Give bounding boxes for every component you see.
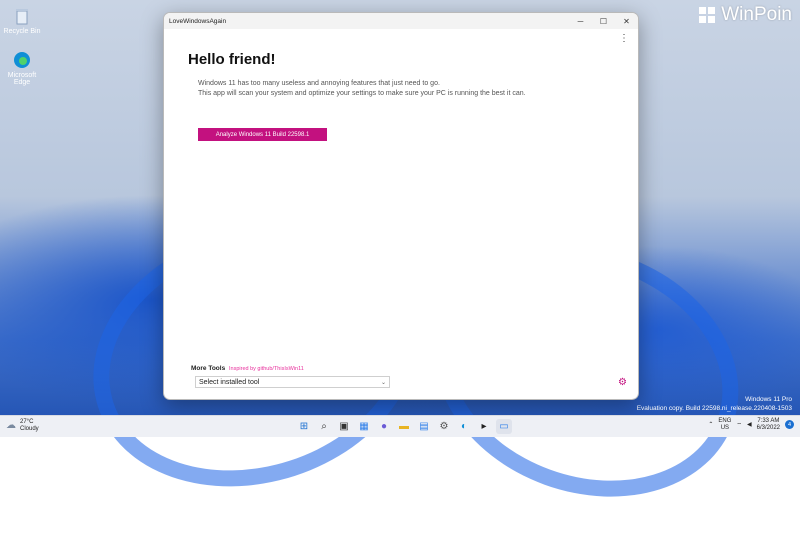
edition-text: Windows 11 Pro xyxy=(745,396,792,404)
edge-taskbar-icon[interactable]: ◐ xyxy=(456,419,472,434)
settings-gear-icon[interactable]: ⚙ xyxy=(618,378,627,388)
select-value: Select installed tool xyxy=(199,378,260,386)
weather-widget[interactable]: ☁ 27°C Cloudy xyxy=(6,419,39,433)
clock[interactable]: 7:33 AM 6/3/2022 xyxy=(757,418,780,432)
analyze-button[interactable]: Analyze Windows 11 Build 22598.1 xyxy=(198,128,327,141)
volume-icon[interactable]: ◀ xyxy=(747,421,752,428)
description-line: This app will scan your system and optim… xyxy=(198,90,526,97)
installed-tool-select[interactable]: Select installed tool ⌄ xyxy=(195,376,390,388)
search-icon[interactable]: ⌕ xyxy=(316,419,332,434)
store-icon[interactable]: ▤ xyxy=(416,419,432,434)
lang-code: ENG xyxy=(718,418,732,424)
widgets-icon[interactable]: ▦ xyxy=(356,419,372,434)
close-button[interactable]: ✕ xyxy=(615,13,638,29)
cloud-icon: ☁ xyxy=(6,420,16,432)
settings-app-icon[interactable]: ⚙ xyxy=(436,419,452,434)
chat-icon[interactable]: ● xyxy=(376,419,392,434)
file-explorer-icon[interactable]: ▬ xyxy=(396,419,412,434)
system-tray: ⌃ ENG US ⌔ ◀ 7:33 AM 6/3/2022 4 xyxy=(708,418,794,432)
winpoin-brand: WinPoin xyxy=(721,4,792,25)
description-line: Windows 11 has too many useless and anno… xyxy=(198,80,440,87)
notification-badge[interactable]: 4 xyxy=(785,420,794,430)
inspired-link[interactable]: Inspired by github/ThisIsWin11 xyxy=(229,366,304,372)
start-icon[interactable]: ⊞ xyxy=(296,419,312,434)
weather-temp: 27°C xyxy=(20,419,34,425)
more-tools-label: More Tools xyxy=(191,365,226,372)
region-code: US xyxy=(720,424,730,431)
desktop-icon-recycle-bin[interactable]: Recycle Bin xyxy=(2,6,42,35)
edge-icon xyxy=(12,50,32,70)
clock-date: 6/3/2022 xyxy=(756,424,780,431)
more-options-icon[interactable]: ⋮ xyxy=(619,34,629,44)
app-icon[interactable]: ▭ xyxy=(496,419,512,434)
window-title: LoveWindowsAgain xyxy=(169,17,227,25)
desktop-icon-label: Microsoft Edge xyxy=(7,72,37,87)
clock-time: 7:33 AM xyxy=(757,418,780,424)
weather-condition: Cloudy xyxy=(20,425,39,432)
network-icon[interactable]: ⌔ xyxy=(736,421,742,429)
taskbar: ☁ 27°C Cloudy ⊞ ⌕ ▣ ▦ ● ▬ ▤ ⚙ ◐ ▸ ▭ ⌃ ENG US ⌔ ◀ 7… xyxy=(0,415,800,437)
chevron-down-icon: ⌄ xyxy=(380,379,386,386)
language-indicator[interactable]: ENG US xyxy=(718,418,731,432)
maximize-button[interactable]: ☐ xyxy=(592,13,615,29)
task-view-icon[interactable]: ▣ xyxy=(336,419,352,434)
taskbar-apps: ⊞ ⌕ ▣ ▦ ● ▬ ▤ ⚙ ◐ ▸ ▭ xyxy=(296,419,512,434)
title-bar[interactable]: LoveWindowsAgain ─ ☐ ✕ xyxy=(164,13,638,29)
recycle-bin-icon xyxy=(12,6,32,26)
app-window: LoveWindowsAgain ─ ☐ ✕ ⋮ Hello friend! W… xyxy=(163,12,639,400)
winpoin-logo-icon xyxy=(699,7,716,23)
minimize-button[interactable]: ─ xyxy=(569,13,592,29)
windows-edition-watermark: Windows 11 Pro Evaluation copy. Build 22… xyxy=(637,396,792,413)
tray-overflow-icon[interactable]: ⌃ xyxy=(708,421,713,428)
page-title: Hello friend! xyxy=(188,51,276,68)
build-text: Evaluation copy. Build 22598.ni_release.… xyxy=(636,404,792,412)
terminal-icon[interactable]: ▸ xyxy=(476,419,492,434)
desktop-icon-label: Recycle Bin xyxy=(3,28,41,35)
desktop-icon-edge[interactable]: Microsoft Edge xyxy=(2,50,42,87)
description: Windows 11 has too many useless and anno… xyxy=(198,79,526,99)
winpoin-watermark: WinPoin xyxy=(698,4,792,26)
